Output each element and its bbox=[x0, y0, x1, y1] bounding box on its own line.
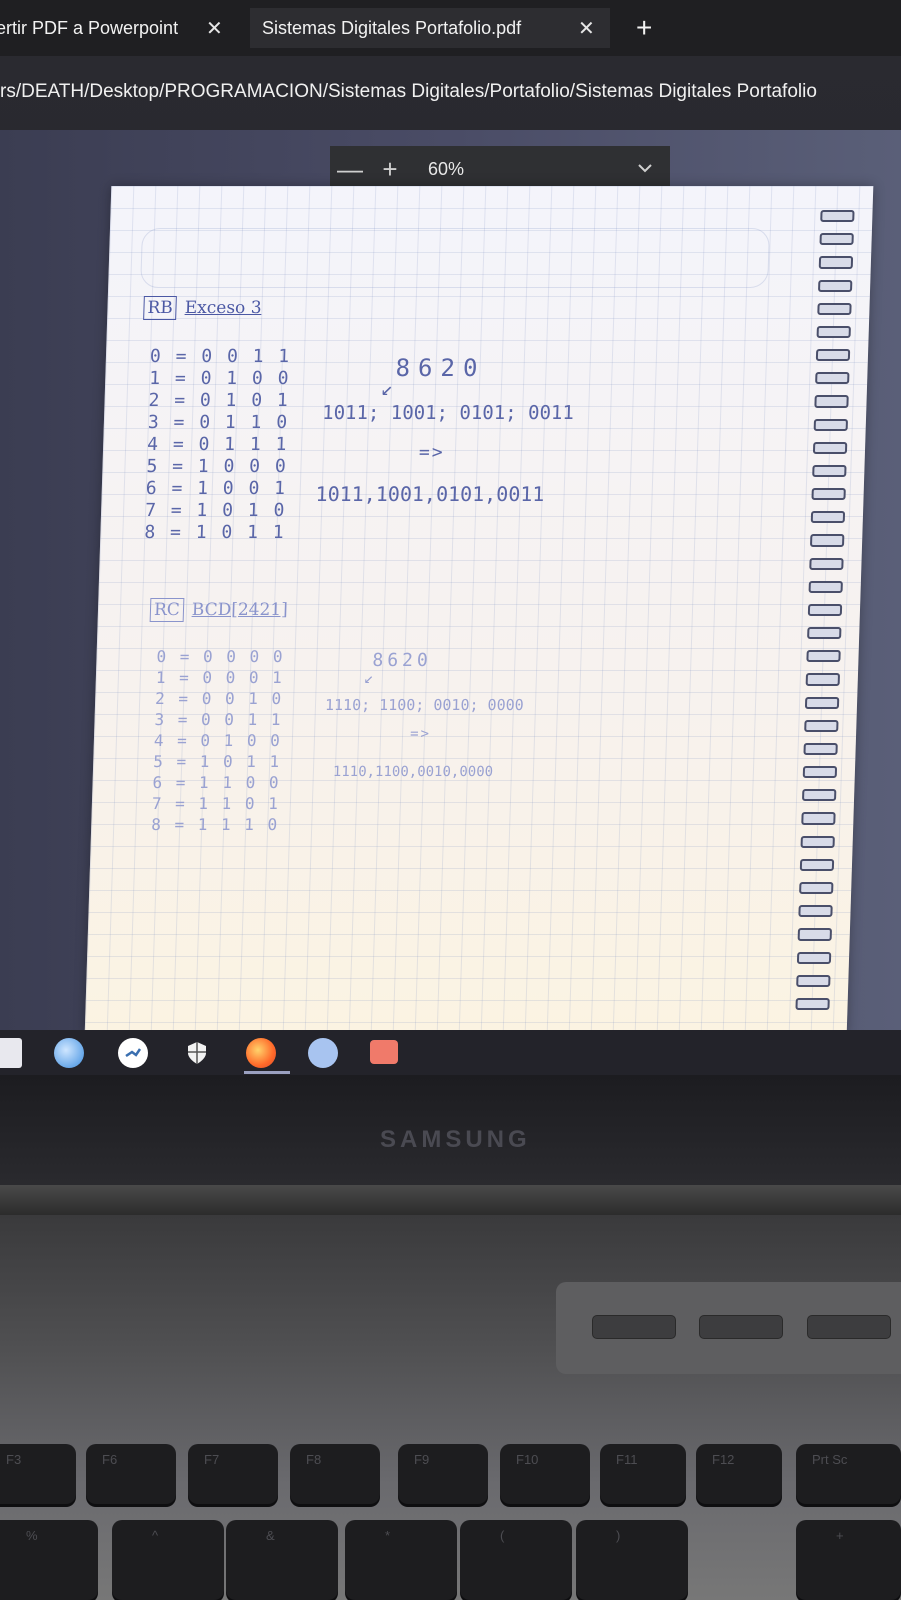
section-title: BCD[2421] bbox=[191, 600, 289, 620]
shield-icon[interactable] bbox=[182, 1038, 212, 1068]
chat-icon[interactable] bbox=[308, 1038, 338, 1068]
key: ( bbox=[460, 1520, 572, 1600]
section-tag: RB bbox=[143, 296, 178, 320]
key: + bbox=[796, 1520, 901, 1600]
zoom-out-button[interactable]: — bbox=[330, 154, 370, 185]
bcd2421-groups: 1110; 1100; 0010; 0000 bbox=[324, 696, 524, 714]
section-heading-rc: RC BCD[2421] bbox=[149, 598, 289, 622]
media-button bbox=[699, 1315, 783, 1339]
implies-arrow: => bbox=[409, 726, 432, 742]
close-icon[interactable]: ✕ bbox=[578, 16, 595, 41]
zoom-level[interactable]: 60% bbox=[428, 159, 464, 180]
key: ^ bbox=[112, 1520, 224, 1600]
key: F7 bbox=[188, 1444, 278, 1504]
new-tab-button[interactable]: + bbox=[636, 12, 652, 44]
edge-icon[interactable] bbox=[54, 1038, 84, 1068]
excess3-groups: 1011; 1001; 0101; 0011 bbox=[321, 402, 575, 424]
address-bar[interactable]: rs/DEATH/Desktop/PROGRAMACION/Sistemas D… bbox=[0, 72, 901, 112]
tab-label: Sistemas Digitales Portafolio.pdf bbox=[262, 17, 522, 38]
pdf-page: RB Exceso 3 0 = 0 0 1 1 1 = 0 1 0 0 2 = 0… bbox=[84, 186, 874, 1034]
brand-logo: SAMSUNG bbox=[380, 1126, 531, 1153]
excess3-result: 1011,1001,0101,0011 bbox=[315, 482, 545, 506]
key: % bbox=[0, 1520, 98, 1600]
tab-sistemas-digitales[interactable]: Sistemas Digitales Portafolio.pdf ✕ bbox=[250, 8, 610, 48]
key: ) bbox=[576, 1520, 688, 1600]
implies-arrow: => bbox=[418, 442, 445, 463]
key: F12 bbox=[696, 1444, 782, 1504]
bcd2421-table: 0 = 0 0 0 0 1 = 0 0 0 1 2 = 0 0 1 0 3 = … bbox=[150, 647, 285, 834]
key: F9 bbox=[398, 1444, 488, 1504]
active-app-indicator bbox=[244, 1071, 290, 1074]
number-8620: 8620 bbox=[395, 354, 486, 382]
steam-icon[interactable] bbox=[118, 1038, 148, 1068]
excess3-table: 0 = 0 0 1 1 1 = 0 1 0 0 2 = 0 1 0 1 3 = … bbox=[144, 346, 292, 543]
key: F8 bbox=[290, 1444, 380, 1504]
media-button bbox=[592, 1315, 676, 1339]
key: Prt Sc bbox=[796, 1444, 901, 1504]
section-tag: RC bbox=[149, 598, 185, 622]
arrow: ↙ bbox=[363, 668, 376, 687]
zoom-in-button[interactable]: + bbox=[370, 154, 410, 185]
laptop-screen: ertir PDF a Powerpoint ✕ Sistemas Digita… bbox=[0, 0, 901, 1075]
media-button bbox=[807, 1315, 891, 1339]
close-icon[interactable]: ✕ bbox=[206, 16, 223, 41]
browser-tab-bar: ertir PDF a Powerpoint ✕ Sistemas Digita… bbox=[0, 0, 901, 56]
chevron-down-icon[interactable] bbox=[638, 160, 652, 178]
key: * bbox=[345, 1520, 457, 1600]
section-heading-rb: RB Exceso 3 bbox=[143, 296, 262, 320]
arrow: ↙ bbox=[380, 376, 396, 400]
header-box bbox=[140, 228, 771, 288]
key: & bbox=[226, 1520, 338, 1600]
key: F6 bbox=[86, 1444, 176, 1504]
tab-label: ertir PDF a Powerpoint bbox=[0, 17, 179, 38]
windows-taskbar bbox=[0, 1030, 901, 1075]
section-title: Exceso 3 bbox=[184, 298, 262, 318]
key: F11 bbox=[600, 1444, 686, 1504]
key: F10 bbox=[500, 1444, 590, 1504]
tab-convert-pdf[interactable]: ertir PDF a Powerpoint ✕ bbox=[0, 8, 234, 48]
windows-icon[interactable] bbox=[0, 1038, 22, 1068]
address-text[interactable]: rs/DEATH/Desktop/PROGRAMACION/Sistemas D… bbox=[0, 81, 817, 103]
number-8620: 8620 bbox=[372, 650, 433, 671]
firefox-icon[interactable] bbox=[246, 1038, 276, 1068]
key: F3 bbox=[0, 1444, 76, 1504]
bcd2421-result: 1110,1100,0010,0000 bbox=[332, 764, 494, 780]
pdf-app-icon[interactable] bbox=[370, 1040, 398, 1064]
laptop-hinge bbox=[0, 1185, 901, 1215]
